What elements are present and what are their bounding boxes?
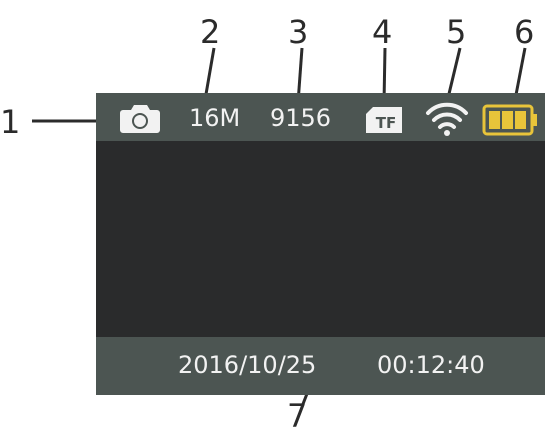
resolution-text: 16M <box>189 104 241 132</box>
callout-5: 5 <box>446 13 467 51</box>
callout-3: 3 <box>288 13 309 51</box>
callout-1: 1 <box>0 103 21 141</box>
callout-6: 6 <box>514 13 535 51</box>
callout-7: 7 <box>287 397 308 435</box>
callout-4: 4 <box>372 13 393 51</box>
tf-card-label: TF <box>376 114 396 132</box>
date-text: 2016/10/25 <box>178 351 317 379</box>
leader-line-5 <box>446 47 462 99</box>
callout-2: 2 <box>200 13 221 51</box>
battery-icon <box>482 104 537 136</box>
tf-card-icon: TF <box>366 107 402 133</box>
camera-mode-icon <box>120 105 160 133</box>
wifi-icon <box>426 102 468 136</box>
shots-remaining-text: 9156 <box>270 104 332 132</box>
time-text: 00:12:40 <box>377 351 485 379</box>
